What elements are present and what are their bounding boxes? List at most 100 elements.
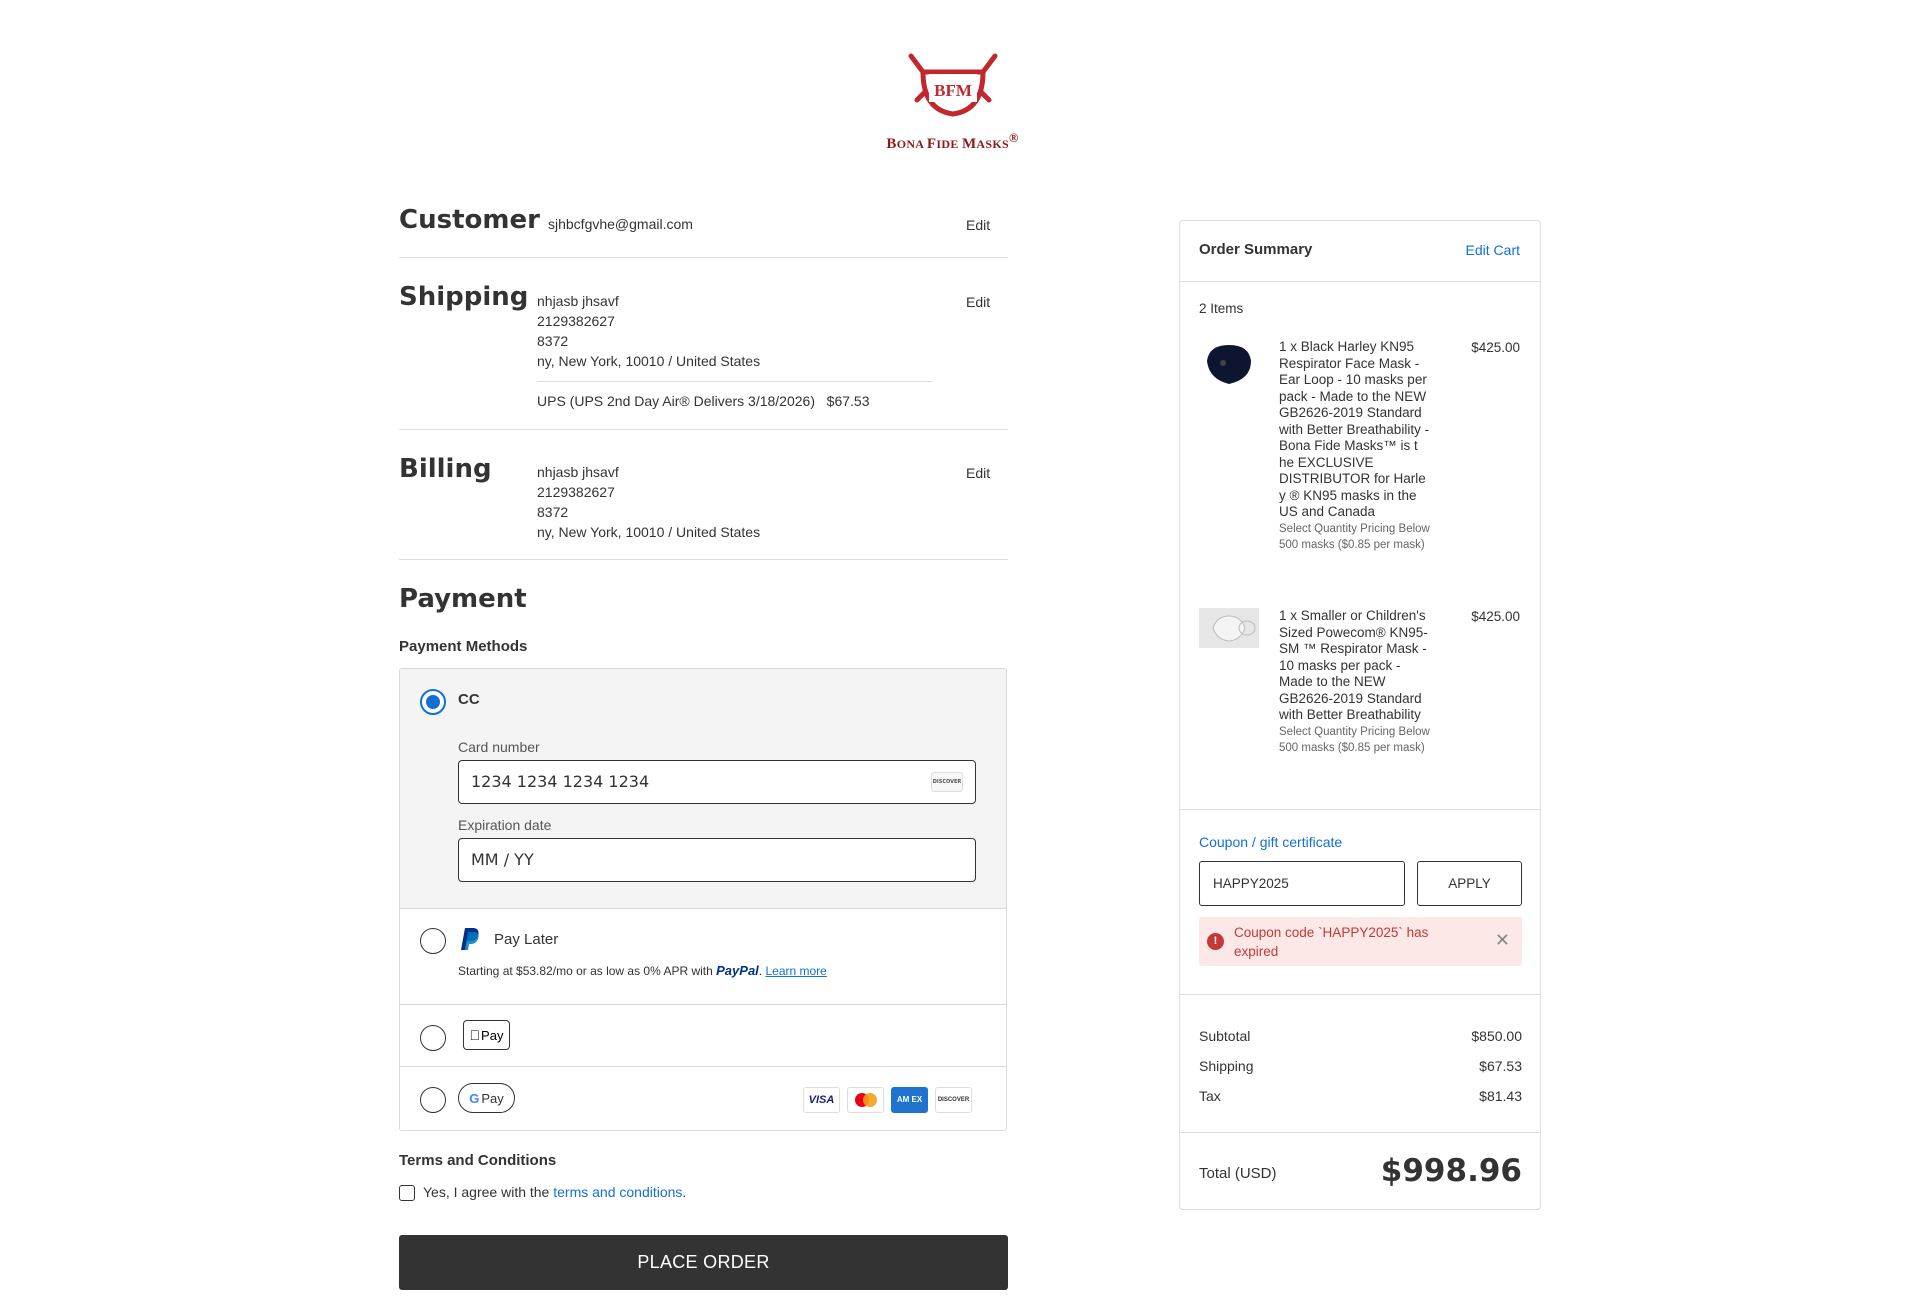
- billing-address-line: 8372: [537, 504, 569, 520]
- payment-methods-list: CC Card number 1234 1234 1234 1234 DISCO…: [399, 668, 1007, 1131]
- shipping-method-name: UPS (UPS 2nd Day Air® Delivers 3/18/2026…: [537, 393, 815, 409]
- customer-email: sjhbcfgvhe@gmail.com: [548, 216, 693, 232]
- divider: [1180, 809, 1540, 810]
- divider: [399, 429, 1008, 430]
- items-count: 2 Items: [1199, 301, 1244, 316]
- billing-phone: 2129382627: [537, 484, 615, 500]
- coupon-input[interactable]: HAPPY2025: [1199, 861, 1405, 906]
- divider: [1180, 994, 1540, 995]
- visa-icon: VISA: [803, 1087, 840, 1113]
- cc-radio[interactable]: [420, 689, 446, 715]
- divider: [399, 559, 1008, 560]
- amex-icon: AM EX: [891, 1087, 928, 1113]
- expiration-date-input[interactable]: MM / YY: [458, 838, 976, 882]
- paypal-logo: PayPal: [716, 963, 759, 978]
- shipping-method: UPS (UPS 2nd Day Air® Delivers 3/18/2026…: [537, 393, 870, 409]
- total-label: Total (USD): [1199, 1165, 1277, 1182]
- shipping-method-price: $67.53: [826, 393, 870, 409]
- googlepay-radio[interactable]: [420, 1087, 446, 1113]
- terms-link[interactable]: terms and conditions: [553, 1184, 682, 1200]
- shipping-address-line: 8372: [537, 333, 569, 349]
- edit-cart-link[interactable]: Edit Cart: [1466, 242, 1520, 258]
- payment-option-cc: CC Card number 1234 1234 1234 1234 DISCO…: [400, 669, 1006, 909]
- card-number-label: Card number: [458, 739, 540, 755]
- paylater-radio[interactable]: [420, 928, 446, 954]
- shipping-cost-label: Shipping: [1199, 1058, 1254, 1074]
- divider: [1180, 281, 1540, 282]
- shipping-cost-value: $67.53: [1479, 1058, 1522, 1074]
- card-number-value: 1234 1234 1234 1234: [471, 772, 650, 791]
- card-number-input[interactable]: 1234 1234 1234 1234 DISCOVER: [458, 760, 976, 804]
- paylater-label: Pay Later: [494, 931, 559, 948]
- discover-icon: DISCOVER: [935, 1087, 972, 1113]
- cart-item-price: $425.00: [1471, 340, 1520, 355]
- applepay-radio[interactable]: [420, 1025, 446, 1051]
- cart-item-name: 1 x Smaller or Children's Sized Powecom®…: [1279, 608, 1428, 722]
- coupon-error-alert: ! Coupon code `HAPPY2025` has expired ✕: [1199, 917, 1522, 966]
- paypal-icon: [459, 926, 481, 957]
- cart-item-name: 1 x Black Harley KN95 Respirator Face Ma…: [1279, 339, 1430, 519]
- customer-edit-button[interactable]: Edit: [966, 217, 990, 233]
- payment-methods-label: Payment Methods: [399, 638, 528, 655]
- total-value: $998.96: [1380, 1153, 1522, 1189]
- cart-item-2: 1 x Smaller or Children's Sized Powecom®…: [1279, 608, 1435, 757]
- shipping-city-line: ny, New York, 10010 / United States: [537, 353, 761, 369]
- error-icon: !: [1207, 933, 1224, 950]
- terms-agree-text: Yes, I agree with the terms and conditio…: [423, 1184, 686, 1200]
- coupon-error-message: Coupon code `HAPPY2025` has expired: [1234, 925, 1429, 959]
- customer-heading: Customer: [399, 205, 540, 235]
- divider: [537, 381, 932, 382]
- logo-initials: BFM: [934, 81, 972, 100]
- shipping-phone: 2129382627: [537, 313, 615, 329]
- product-image-white-mask: [1199, 608, 1259, 648]
- coupon-toggle-link[interactable]: Coupon / gift certificate: [1199, 834, 1342, 850]
- google-pay-label: Pay: [481, 1090, 504, 1106]
- tax-label: Tax: [1199, 1088, 1221, 1104]
- logo-wordmark: BONA FIDE MASKS®: [886, 131, 1019, 152]
- divider: [399, 257, 1008, 258]
- cc-label: CC: [458, 691, 480, 708]
- cart-item-option: Select Quantity Pricing Below 500 masks …: [1279, 522, 1430, 552]
- shipping-address: nhjasb jhsavf 2129382627 8372 ny, New Yo…: [537, 291, 760, 371]
- terms-checkbox[interactable]: [399, 1185, 415, 1201]
- paylater-text: Starting at $53.82/mo or as low as 0% AP…: [458, 964, 713, 978]
- mask-logo-icon: BFM: [908, 53, 997, 117]
- divider: [400, 1066, 1006, 1067]
- mastercard-icon: [847, 1087, 884, 1113]
- subtotal-value: $850.00: [1471, 1028, 1522, 1044]
- close-icon[interactable]: ✕: [1495, 930, 1510, 951]
- shipping-name: nhjasb jhsavf: [537, 293, 619, 309]
- subtotal-label: Subtotal: [1199, 1028, 1251, 1044]
- tax-value: $81.43: [1479, 1088, 1522, 1104]
- place-order-button[interactable]: PLACE ORDER: [399, 1235, 1008, 1290]
- billing-address: nhjasb jhsavf 2129382627 8372 ny, New Yo…: [537, 462, 760, 542]
- cart-item-price: $425.00: [1471, 609, 1520, 624]
- google-g-icon: G: [469, 1090, 480, 1106]
- divider: [400, 1004, 1006, 1005]
- paylater-message: Starting at $53.82/mo or as low as 0% AP…: [458, 963, 827, 978]
- apple-pay-label: Pay: [475, 1027, 503, 1043]
- cart-item-option: Select Quantity Pricing Below 500 masks …: [1279, 725, 1430, 755]
- product-image-black-mask: [1199, 339, 1259, 389]
- card-brand-icon: DISCOVER: [931, 772, 963, 792]
- billing-heading: Billing: [399, 454, 492, 484]
- apply-coupon-button[interactable]: APPLY: [1417, 861, 1522, 906]
- shipping-heading: Shipping: [399, 282, 529, 312]
- billing-edit-button[interactable]: Edit: [966, 465, 990, 481]
- billing-name: nhjasb jhsavf: [537, 464, 619, 480]
- divider: [1180, 1132, 1540, 1133]
- terms-agree-suffix: .: [682, 1184, 687, 1200]
- cart-item-1: 1 x Black Harley KN95 Respirator Face Ma…: [1279, 339, 1435, 554]
- payment-heading: Payment: [399, 584, 527, 614]
- terms-agree-prefix: Yes, I agree with the: [423, 1184, 554, 1200]
- learn-more-link[interactable]: Learn more: [765, 964, 826, 978]
- shipping-edit-button[interactable]: Edit: [966, 294, 990, 310]
- google-pay-icon: G Pay: [458, 1083, 515, 1113]
- brand-logo[interactable]: BFM BONA FIDE MASKS®: [0, 48, 1905, 153]
- order-summary-title: Order Summary: [1199, 241, 1313, 258]
- terms-heading: Terms and Conditions: [399, 1152, 557, 1169]
- expiration-date-label: Expiration date: [458, 817, 552, 833]
- expiration-date-value: MM / YY: [471, 850, 534, 869]
- apple-pay-icon: Pay: [463, 1020, 510, 1050]
- billing-city-line: ny, New York, 10010 / United States: [537, 524, 761, 540]
